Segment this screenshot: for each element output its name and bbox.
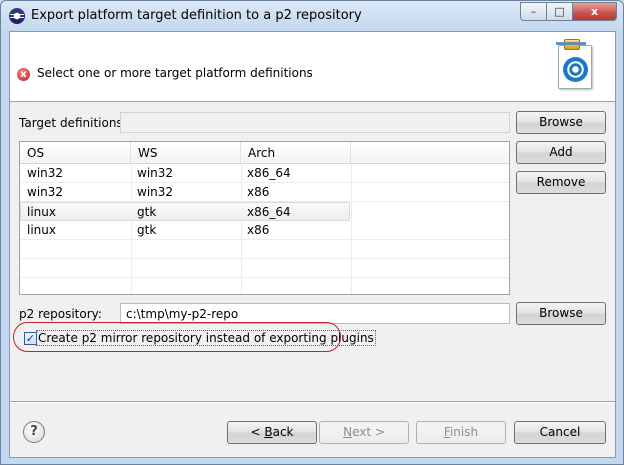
remove-button[interactable]: Remove	[516, 171, 606, 194]
table-cell: win32	[27, 166, 64, 180]
table-cell: x86_64	[247, 166, 291, 180]
help-icon[interactable]: ?	[23, 421, 45, 443]
table-header: OS WS Arch	[20, 142, 509, 164]
browse-repository-button[interactable]: Browse	[516, 302, 606, 325]
back-rest: ack	[272, 425, 294, 439]
next-rest: ext >	[352, 425, 385, 439]
table-row-selected[interactable]: linux gtk x86_64	[20, 202, 350, 221]
window-title: Export platform target definition to a p…	[31, 8, 362, 23]
close-icon: x	[590, 5, 599, 18]
table-cell: gtk	[137, 223, 157, 237]
title-bar[interactable]: Export platform target definition to a p…	[1, 1, 623, 31]
table-cell: x86_64	[247, 205, 291, 219]
table-cell: win32	[27, 185, 64, 199]
dialog-client-area: x Select one or more target platform def…	[9, 31, 616, 458]
table-row[interactable]: win32 win32 x86_64	[20, 164, 509, 183]
table-row-empty	[20, 240, 509, 259]
finish-rest: inish	[449, 425, 479, 439]
table-row-empty	[20, 259, 509, 278]
mirror-checkbox-label[interactable]: Create p2 mirror repository instead of e…	[36, 330, 376, 346]
minimize-icon: –	[530, 5, 537, 18]
table-row[interactable]: win32 win32 x86	[20, 183, 509, 202]
wizard-banner-icon	[553, 37, 597, 91]
back-button[interactable]: < Back	[227, 421, 317, 444]
close-button[interactable]: x	[573, 2, 617, 21]
column-header-os[interactable]: OS	[20, 142, 131, 164]
finish-button: Finish	[416, 421, 506, 444]
back-prefix: <	[250, 425, 265, 439]
column-header-ws[interactable]: WS	[131, 142, 241, 164]
target-platforms-table[interactable]: OS WS Arch win32 win32 x86_64 win32 win3…	[19, 141, 510, 295]
table-cell: x86	[247, 223, 270, 237]
table-cell: linux	[27, 205, 56, 219]
p2-repository-label: p2 repository:	[19, 307, 102, 321]
wizard-header: x Select one or more target platform def…	[10, 32, 615, 102]
table-cell: win32	[137, 185, 174, 199]
table-cell: win32	[137, 166, 174, 180]
error-icon: x	[17, 68, 30, 81]
error-message: Select one or more target platform defin…	[37, 66, 313, 80]
maximize-button[interactable]: □	[547, 2, 573, 21]
plug-icon	[556, 37, 586, 50]
table-cell: linux	[27, 223, 56, 237]
disc-icon	[563, 57, 588, 82]
minimize-button[interactable]: –	[520, 2, 547, 21]
next-mnemonic: N	[343, 425, 353, 439]
cancel-button[interactable]: Cancel	[514, 421, 606, 444]
p2-repository-input[interactable]: c:\tmp\my-p2-repo	[120, 303, 510, 324]
add-button[interactable]: Add	[516, 141, 606, 164]
table-cell: x86	[247, 185, 270, 199]
table-cell: gtk	[137, 205, 157, 219]
maximize-icon: □	[554, 5, 565, 18]
eclipse-icon	[9, 8, 25, 24]
table-row[interactable]: linux gtk x86	[20, 221, 509, 240]
window-controls: – □ x	[520, 2, 617, 21]
next-button: Next >	[319, 421, 409, 444]
target-definitions-field	[120, 112, 510, 133]
footer-separator	[10, 401, 615, 403]
dialog-window: Export platform target definition to a p…	[0, 0, 624, 465]
browse-target-button[interactable]: Browse	[516, 111, 606, 134]
column-header-arch[interactable]: Arch	[241, 142, 351, 164]
target-definitions-label: Target definitions:	[19, 116, 127, 130]
back-mnemonic: B	[264, 425, 273, 439]
